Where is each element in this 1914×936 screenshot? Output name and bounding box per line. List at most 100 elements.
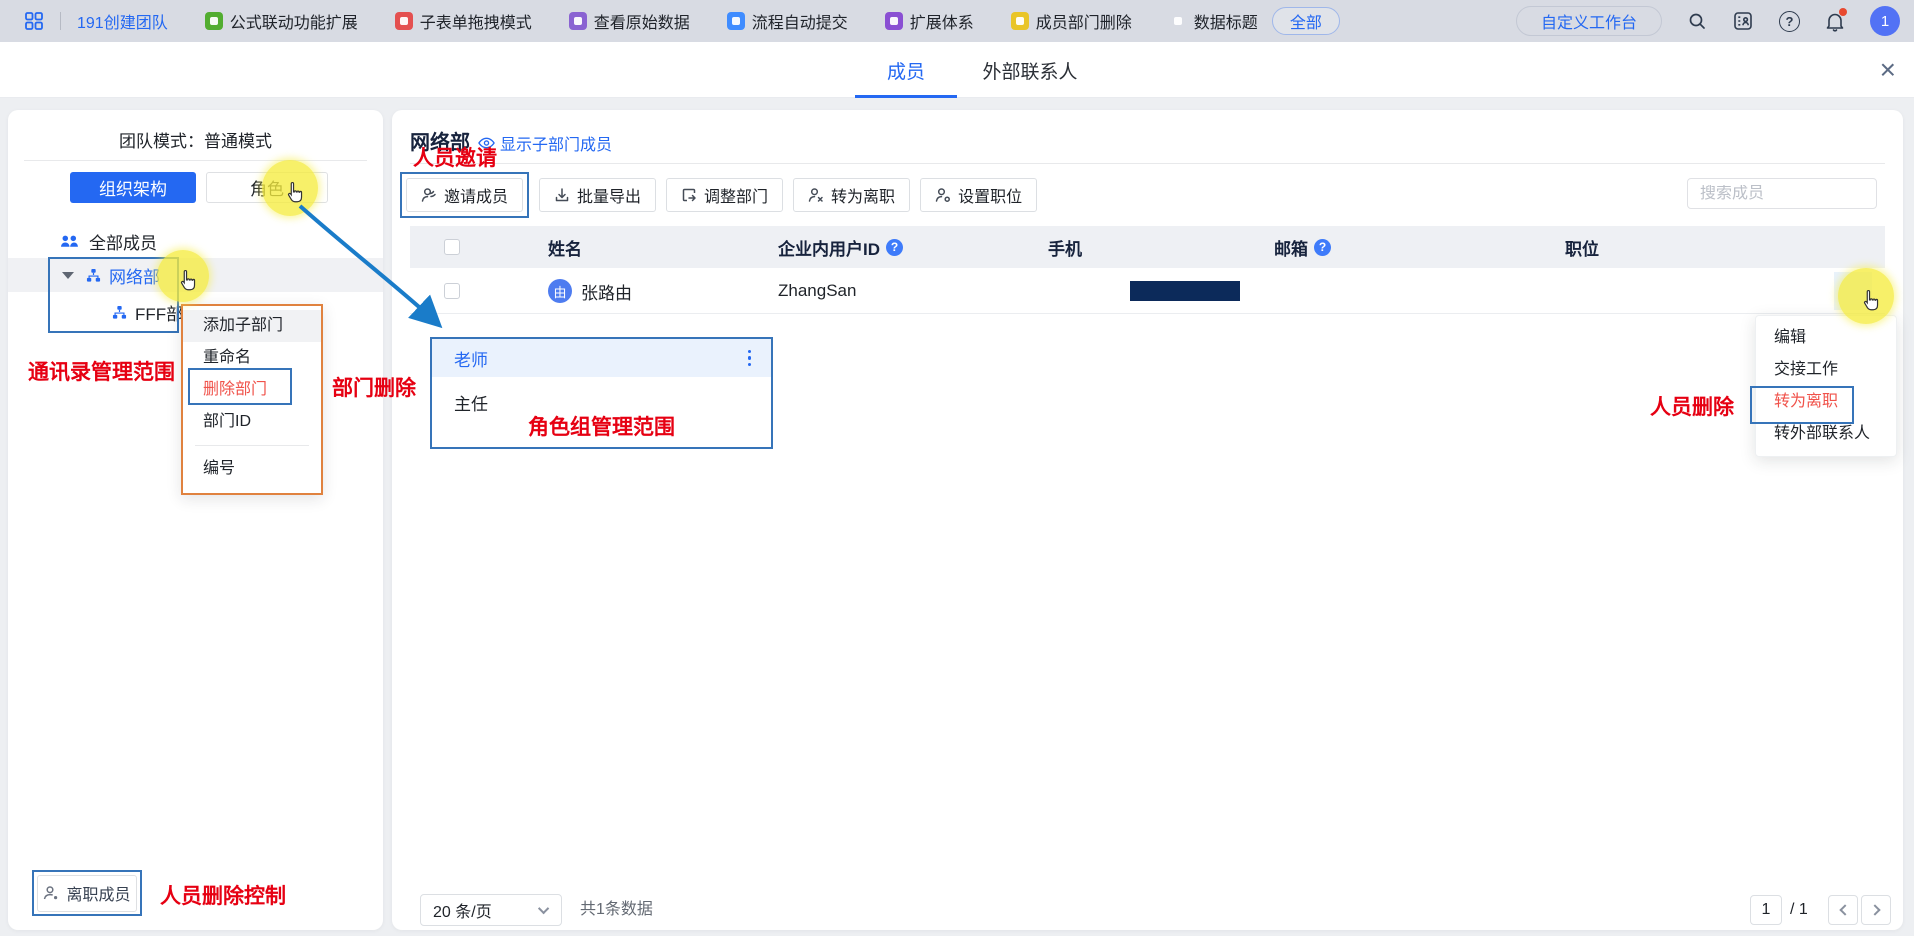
caret-down-icon[interactable] [62,272,74,279]
header-divider [410,163,1885,164]
search-icon[interactable] [1687,11,1707,31]
help-icon[interactable]: ? [1779,11,1800,32]
nav-label: 流程自动提交 [752,9,848,33]
show-subdept-link[interactable]: 显示子部门成员 [478,131,612,155]
nav-item-view-raw-data[interactable]: 查看原始数据 [569,9,690,33]
page-number-input[interactable] [1750,895,1782,925]
adjust-dept-label: 调整部门 [704,183,768,207]
nav-item-extension-system[interactable]: 扩展体系 [885,9,974,33]
prev-page-button[interactable] [1828,895,1858,925]
nav-item-member-dept-delete[interactable]: 成员部门删除 [1011,9,1132,33]
menu-item-rename[interactable]: 重命名 [183,342,321,374]
col-phone: 手机 [1048,226,1082,268]
annotation-resign-control: 人员删除控制 [160,880,286,910]
more-dots-icon[interactable] [744,346,756,371]
annotation-box-resigned: 离职成员 [32,870,142,916]
tab-members[interactable]: 成员 [843,42,969,98]
nav-label: 数据标题 [1194,9,1258,33]
member-table-row[interactable]: 由 张路由 ZhangSan [410,268,1885,314]
member-avatar: 由 [548,279,572,303]
invite-member-button[interactable]: 邀请成员 [406,178,523,212]
tree-item-dept-network[interactable]: 网络部 [8,258,383,292]
select-all-checkbox[interactable] [444,239,460,255]
batch-export-button[interactable]: 批量导出 [539,178,656,212]
page-size-select[interactable]: 20 条/页 [420,894,562,926]
app-icon-yellow [1169,12,1187,30]
active-tab-underline [855,95,957,98]
help-badge-icon[interactable]: ? [1314,239,1331,256]
role-button[interactable]: 角色 [206,172,328,203]
member-context-menu: 编辑 交接工作 转为离职 转外部联系人 [1755,315,1897,457]
page-tabbar: 成员 外部联系人 × [0,42,1914,98]
annotation-box-invite: 邀请成员 [400,172,529,218]
next-page-button[interactable] [1861,895,1891,925]
user-avatar[interactable]: 1 [1870,6,1900,36]
app-icon-green [205,12,223,30]
tree-item-label: 网络部 [109,263,160,288]
help-badge-icon[interactable]: ? [886,239,903,256]
close-icon[interactable]: × [1880,50,1896,90]
download-icon [554,187,570,203]
nav-label: 查看原始数据 [594,9,690,33]
topbar-nav: 191创建团队 公式联动功能扩展 子表单拖拽模式 查看原始数据 流程自动提交 扩… [77,9,1258,33]
resigned-members-button[interactable]: 离职成员 [37,875,137,912]
nav-label: 成员部门删除 [1036,9,1132,33]
row-more-actions-button[interactable] [1834,272,1872,310]
col-email: 邮箱 ? [1274,226,1331,268]
nav-item-data-title[interactable]: 数据标题 [1169,9,1258,33]
to-resign-button[interactable]: 转为离职 [793,178,910,212]
cell-user-id: ZhangSan [778,268,856,314]
role-item[interactable]: 主任 [432,377,771,415]
annotation-member-delete: 人员删除 [1650,391,1734,421]
nav-item-formula-extension[interactable]: 公式联动功能扩展 [205,9,358,33]
notification-bell-icon[interactable] [1825,10,1845,32]
set-position-button[interactable]: 设置职位 [920,178,1037,212]
col-position: 职位 [1565,226,1599,268]
custom-workbench-button[interactable]: 自定义工作台 [1516,6,1662,36]
nav-label: 公式联动功能扩展 [230,9,358,33]
tab-external-contacts[interactable]: 外部联系人 [960,42,1100,98]
app-icon-purple [1011,12,1029,30]
menu-item-add-subdept[interactable]: 添加子部门 [183,310,321,342]
show-subdept-label: 显示子部门成员 [500,131,612,155]
page-total-label: / 1 [1790,895,1808,925]
contacts-icon[interactable] [1732,10,1754,32]
tree-item-label: 全部成员 [89,229,157,254]
adjust-dept-button[interactable]: 调整部门 [666,178,783,212]
row-checkbox[interactable] [444,283,460,299]
nav-item-subform-drag[interactable]: 子表单拖拽模式 [395,9,532,33]
annotation-invite: 人员邀请 [413,142,497,172]
col-name: 姓名 [548,226,582,268]
menu-item-dept-id[interactable]: 部门ID [183,406,321,438]
menu-item-number[interactable]: 编号 [183,453,321,485]
move-dept-icon [681,187,697,203]
app-grid-icon[interactable] [24,11,44,31]
all-pill-button[interactable]: 全部 [1272,7,1340,35]
team-mode-title: 团队模式：普通模式 [8,127,383,152]
member-search-input[interactable] [1700,185,1907,203]
annotation-dept-delete: 部门删除 [332,372,416,402]
menu-item-handover[interactable]: 交接工作 [1756,354,1896,386]
resigned-members-label: 离职成员 [66,881,130,905]
batch-export-label: 批量导出 [577,183,641,207]
menu-item-to-external[interactable]: 转外部联系人 [1756,418,1896,450]
nav-item-auto-submit[interactable]: 流程自动提交 [727,9,848,33]
menu-item-to-resign[interactable]: 转为离职 [1756,386,1896,418]
notification-dot [1839,8,1847,16]
menu-item-edit[interactable]: 编辑 [1756,322,1896,354]
app-icon-red [569,12,587,30]
person-gear-icon [935,187,951,203]
menu-item-delete-dept[interactable]: 删除部门 [183,374,321,406]
members-group-icon [60,234,79,249]
role-group-card: 老师 主任 角色组管理范围 [430,337,773,449]
tree-item-all-members[interactable]: 全部成员 [8,224,383,258]
person-icon [421,187,437,203]
sidebar-divider [24,160,367,161]
app-icon-blue [885,12,903,30]
team-name-link[interactable]: 191创建团队 [77,9,168,33]
department-icon [86,268,101,283]
member-name: 张路由 [581,279,632,304]
role-group-name[interactable]: 老师 [454,346,744,371]
help-glyph: ? [1779,11,1800,32]
org-structure-button[interactable]: 组织架构 [70,172,196,203]
